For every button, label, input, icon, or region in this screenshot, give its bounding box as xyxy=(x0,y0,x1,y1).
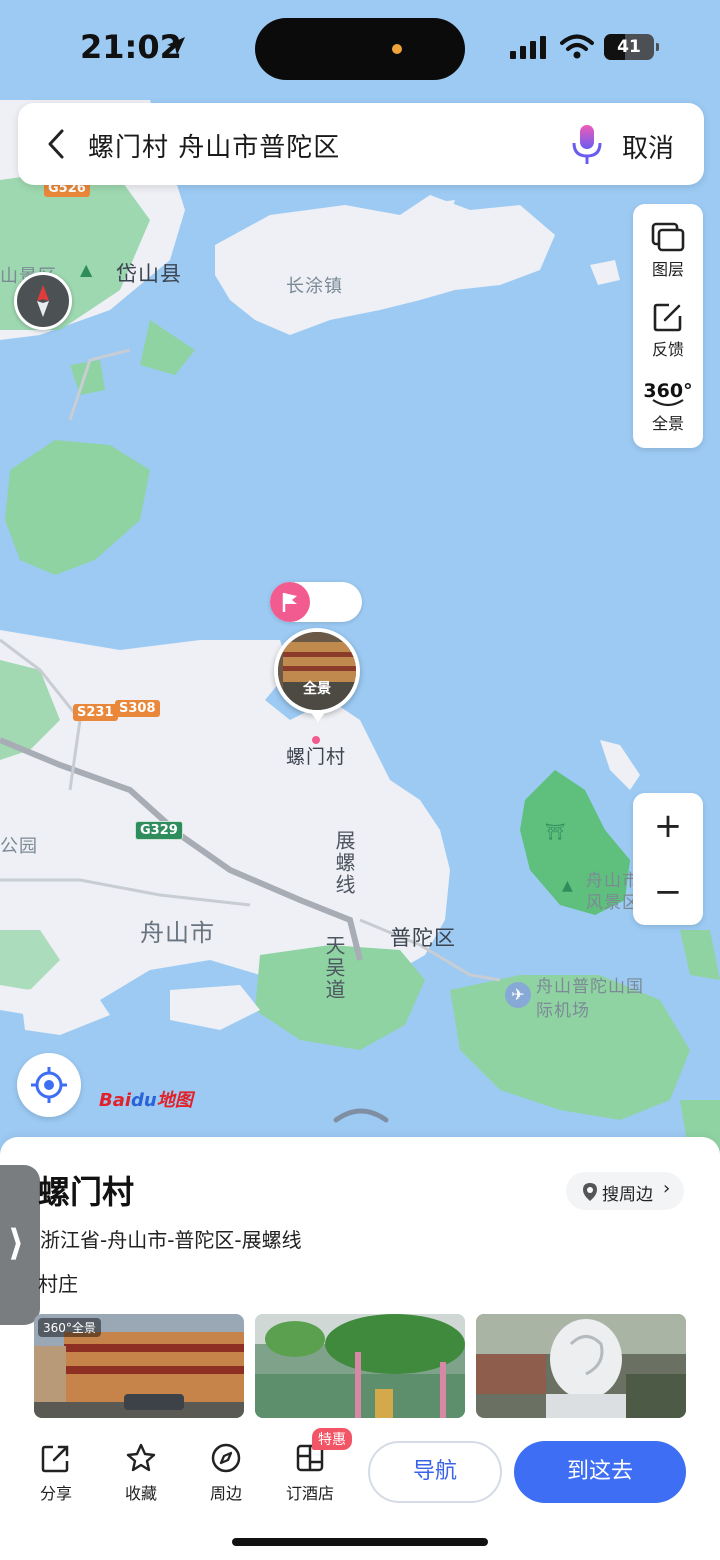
cellular-signal-icon xyxy=(510,36,546,59)
go-there-button[interactable]: 到这去 xyxy=(514,1441,686,1503)
wifi-icon xyxy=(560,34,594,59)
map-label-district: 普陀区 xyxy=(390,926,456,950)
flag-icon xyxy=(270,582,310,622)
feedback-label: 反馈 xyxy=(651,340,684,359)
recording-dot xyxy=(392,44,402,54)
locate-button[interactable] xyxy=(17,1053,81,1117)
photo-park xyxy=(255,1314,465,1418)
zoom-out-button[interactable]: − xyxy=(633,859,703,925)
crosshair-icon xyxy=(31,1067,67,1103)
west-island xyxy=(5,440,150,575)
cancel-button[interactable]: 取消 xyxy=(622,128,674,165)
battery-percent: 41 xyxy=(617,37,641,57)
status-bar: 21:02 41 xyxy=(0,0,720,100)
map-label-town: 长涂镇 xyxy=(286,276,343,297)
layers-label: 图层 xyxy=(651,260,684,279)
compass-icon[interactable] xyxy=(14,272,72,330)
road-shield: S308 xyxy=(115,700,160,717)
logo-suffix: 地图 xyxy=(156,1090,193,1111)
map-label-city: 舟山市 xyxy=(140,919,215,947)
mountain-icon: ▲ xyxy=(562,878,573,894)
navigate-button[interactable]: 导航 xyxy=(368,1441,502,1503)
airport-name: 舟山普陀山国际机场 xyxy=(536,977,644,1021)
book-hotel-label: 订酒店 xyxy=(285,1484,334,1503)
marker-tip xyxy=(309,710,327,722)
photo-sculpture xyxy=(476,1314,686,1418)
sheet-handle-icon[interactable] xyxy=(332,1104,390,1124)
location-arrow-icon xyxy=(167,37,185,55)
search-nearby-label: 搜周边 xyxy=(602,1185,653,1205)
home-indicator xyxy=(232,1538,488,1546)
feedback-button[interactable]: 反馈 xyxy=(633,288,703,368)
place-address: 浙江省-舟山市-普陀区-展螺线 xyxy=(40,1228,302,1252)
flag-pill[interactable] xyxy=(270,582,362,622)
photo-strip: 360°全景 xyxy=(34,1314,688,1418)
mountain-icon: ▲ xyxy=(80,260,93,279)
scenic-name: 舟山市风景区 xyxy=(586,871,640,913)
panorama-button[interactable]: 360° 全景 xyxy=(633,368,703,448)
share-button[interactable]: 分享 xyxy=(21,1442,91,1504)
changtu-island xyxy=(215,195,555,335)
map-label-village[interactable]: 螺门村 xyxy=(286,742,346,769)
chevron-right-icon: › xyxy=(663,1178,671,1199)
pano-badge: 360°全景 xyxy=(38,1318,101,1337)
panorama-360-icon: 360° xyxy=(643,380,693,402)
location-pin-icon xyxy=(583,1183,597,1201)
battery-icon: 41 xyxy=(604,34,659,60)
map-label-road: 天吴道 xyxy=(322,935,346,1001)
compass-icon xyxy=(211,1443,241,1473)
side-drawer-tab[interactable]: ⟩ xyxy=(0,1165,40,1325)
photo-thumbnail[interactable]: 360°全景 xyxy=(34,1314,244,1418)
nearby-button[interactable]: 周边 xyxy=(191,1442,261,1504)
panorama-marker[interactable]: 全景 xyxy=(274,628,360,714)
marker-pano-label: 全景 xyxy=(303,681,331,697)
share-label: 分享 xyxy=(39,1484,72,1503)
feedback-icon xyxy=(653,303,682,332)
back-arrow-icon[interactable] xyxy=(44,127,68,161)
chevron-right-icon: ⟩ xyxy=(8,1223,25,1264)
layers-icon xyxy=(651,222,685,252)
map-label-county: 岱山县 xyxy=(116,262,182,286)
logo-text: Bai xyxy=(99,1090,132,1111)
map-label-park: 公园 xyxy=(0,836,38,857)
photo-thumbnail[interactable] xyxy=(255,1314,465,1418)
map-label-airport: 舟山普陀山国际机场 xyxy=(536,975,646,1023)
baidu-map-logo: Baidu地图 xyxy=(99,1086,193,1112)
zoom-in-button[interactable]: + xyxy=(633,793,703,859)
airport-icon: ✈ xyxy=(505,982,531,1008)
nearby-label: 周边 xyxy=(209,1484,242,1503)
panorama-label: 全景 xyxy=(651,414,684,433)
place-title: 螺门村 xyxy=(38,1173,135,1211)
map-label-road: 展螺线 xyxy=(332,830,356,896)
photo-thumbnail[interactable] xyxy=(476,1314,686,1418)
discount-badge: 特惠 xyxy=(312,1428,352,1450)
book-hotel-button[interactable]: 订酒店 xyxy=(275,1442,345,1504)
logo-paw: du xyxy=(131,1090,157,1111)
star-icon xyxy=(126,1443,156,1472)
map-tools-panel: 图层 反馈 360° 全景 xyxy=(633,204,703,448)
favorite-label: 收藏 xyxy=(124,1484,157,1503)
zoom-control: + − xyxy=(633,793,703,925)
search-bar: 螺门村 舟山市普陀区 取消 xyxy=(18,103,704,185)
road-shield: S231 xyxy=(73,704,118,721)
temple-icon: ⛩ xyxy=(545,822,566,841)
share-icon xyxy=(41,1445,69,1473)
search-nearby-button[interactable]: 搜周边 › xyxy=(566,1172,684,1210)
microphone-icon[interactable] xyxy=(570,123,604,167)
place-category: 村庄 xyxy=(38,1272,78,1296)
road-shield: G329 xyxy=(135,821,183,840)
layers-button[interactable]: 图层 xyxy=(633,208,703,288)
search-input[interactable]: 螺门村 舟山市普陀区 xyxy=(88,127,340,164)
dynamic-island xyxy=(255,18,465,80)
favorite-button[interactable]: 收藏 xyxy=(106,1442,176,1504)
